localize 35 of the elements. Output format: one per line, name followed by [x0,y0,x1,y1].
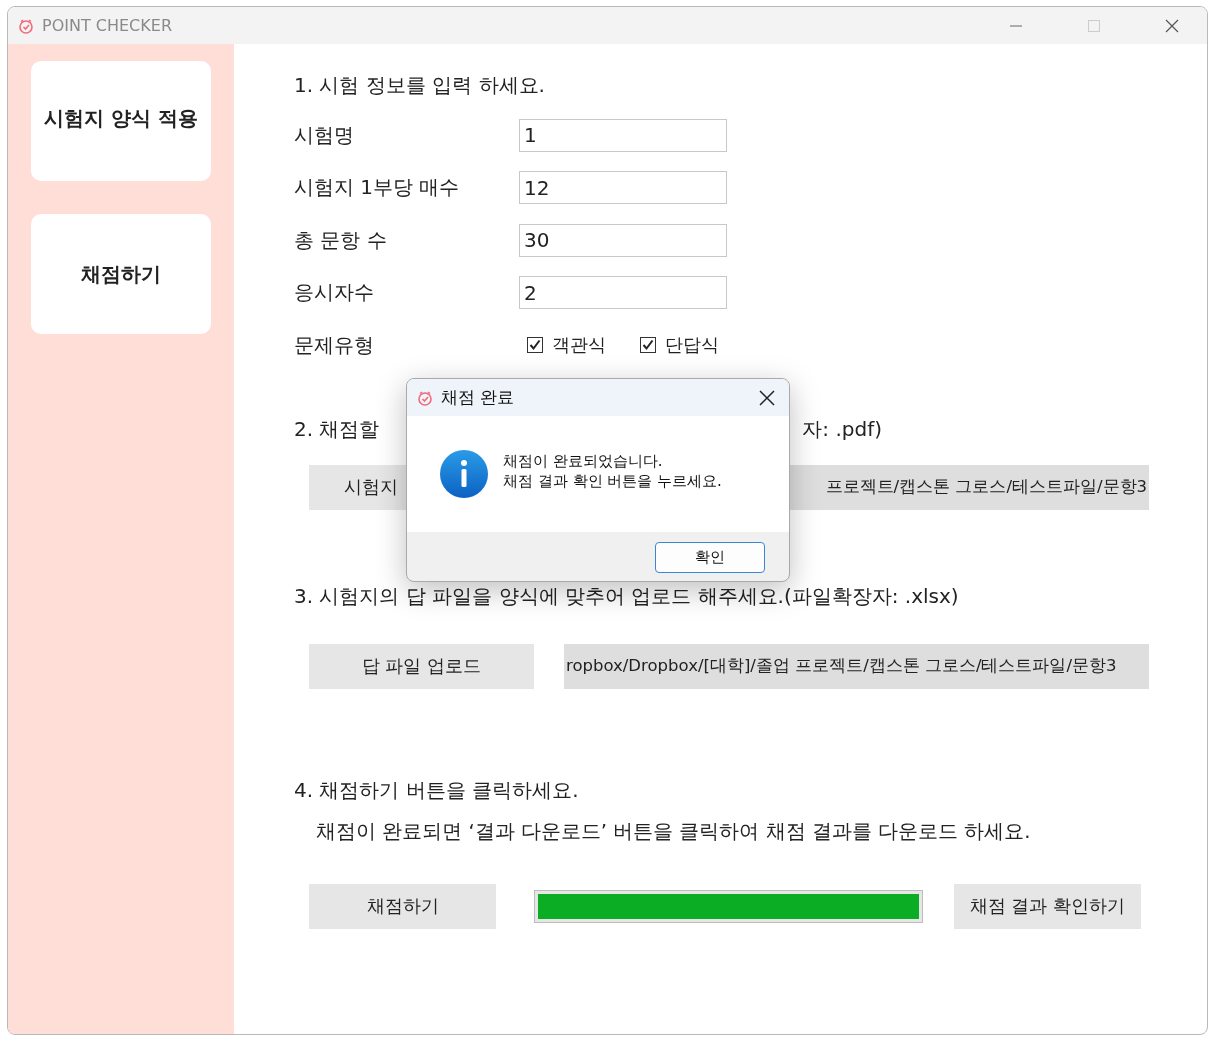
text-field[interactable]: 12 [519,171,727,205]
sidebar-button[interactable]: 채점하기 [31,214,211,334]
step-heading: 자: .pdf) [802,415,882,443]
field-label: 문제유형 [294,331,375,359]
checkbox[interactable] [640,337,656,354]
maximize-icon [1088,19,1100,32]
field-label: 총 문항 수 [294,226,388,254]
info-icon [439,449,489,499]
step-heading: 2. 채점할 [294,415,380,443]
file-path-field: ropbox/Dropbox/[대학]/졸업 프로젝트/캡스톤 그로스/테스트파일/문항3 [564,643,1149,689]
dialog-title: 채점 완료 [441,386,516,409]
check-circle-icon [417,389,433,406]
step-heading: 3. 시험지의 답 파일을 양식에 맞추어 업로드 해주세요.(파일확장자: .xlsx) [294,582,960,610]
text-field[interactable]: 2 [519,276,727,310]
text-field[interactable]: 30 [519,223,727,257]
ok-button[interactable]: 확인 [655,542,765,573]
text-field[interactable]: 1 [519,118,727,152]
checkbox-label: 단답식 [665,333,719,358]
close-icon [759,389,775,406]
step-heading: 1. 시험 정보를 입력 하세요. [294,72,546,99]
checkbox[interactable] [527,337,543,354]
result-button[interactable]: 채점 결과 확인하기 [954,883,1141,929]
check-circle-icon [18,17,34,34]
minimize-icon [1010,24,1022,27]
field-label: 응시자수 [294,279,375,307]
field-label: 시험지 1부당 매수 [294,174,461,202]
upload-button[interactable]: 답 파일 업로드 [309,643,534,689]
step-heading: 4. 채점하기 버튼을 클릭하세요. [294,776,580,804]
checkbox-label: 객관식 [552,333,606,358]
instruction-text: 채점이 완료되면 ‘결과 다운로드’ 버튼을 클릭하여 채점 결과를 다운로드 하세요. [316,818,1032,845]
window-title: POINT CHECKER [42,16,173,35]
sidebar-button[interactable]: 시험지 양식 적용 [31,61,211,181]
field-label: 시험명 [294,121,355,149]
close-icon [1165,18,1179,33]
grade-button[interactable]: 채점하기 [309,883,496,929]
